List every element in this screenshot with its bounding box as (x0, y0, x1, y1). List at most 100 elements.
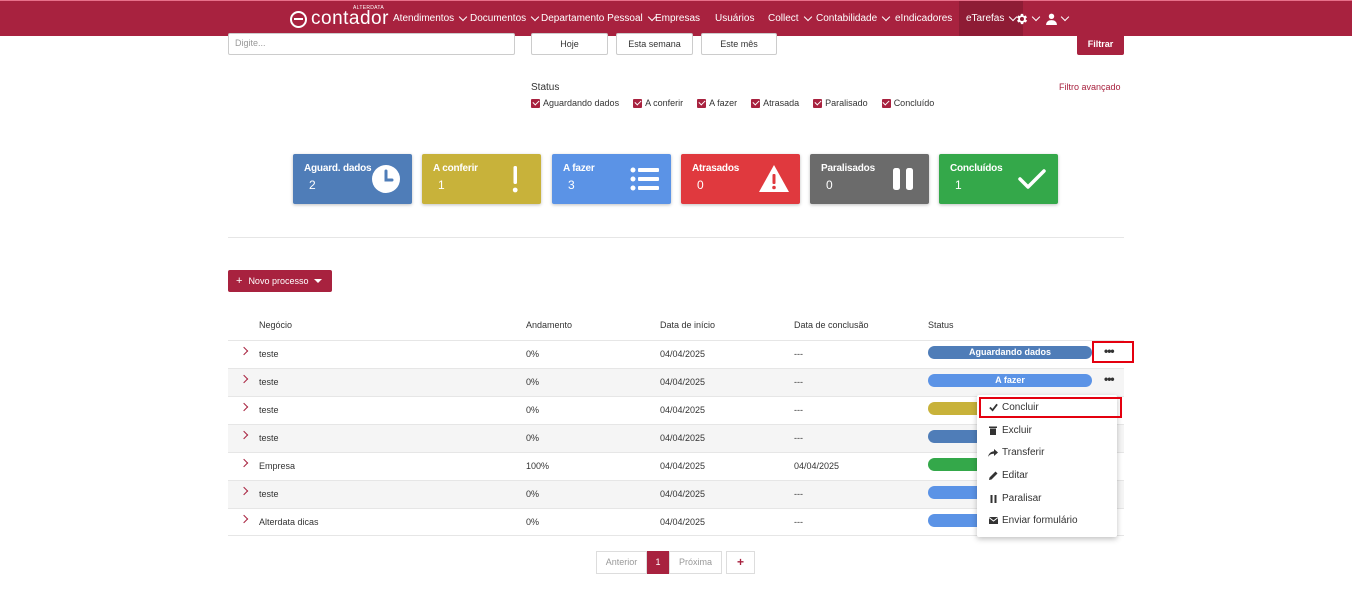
nav-contabilidade[interactable]: Contabilidade (816, 1, 891, 36)
header-status[interactable]: Status (928, 320, 954, 330)
nav-eindicadores[interactable]: eIndicadores (895, 1, 952, 36)
header-andamento[interactable]: Andamento (526, 320, 572, 330)
chevron-down-icon (458, 12, 468, 21)
check-concluido[interactable]: Concluído (881, 98, 935, 108)
menu-item-excluir[interactable]: Excluir (988, 425, 1032, 436)
this-week-button[interactable]: Esta semana (616, 33, 693, 55)
chevron-down-icon (530, 12, 540, 21)
check-label: Aguardando dados (543, 98, 620, 108)
card-title: Atrasados (692, 163, 740, 174)
cell-negocio: Alterdata dicas (259, 517, 319, 527)
cell-negocio: teste (259, 377, 279, 387)
cell-inicio: 04/04/2025 (660, 377, 706, 387)
card-count: 2 (309, 178, 316, 192)
cell-conclusao: --- (794, 517, 803, 527)
card-paralisados[interactable]: Paralisados 0 (810, 154, 929, 204)
check-icon (1018, 169, 1046, 189)
pagination-more[interactable]: + (726, 551, 755, 574)
cell-conclusao: --- (794, 377, 803, 387)
user-icon (1046, 13, 1057, 25)
cell-conclusao: --- (794, 349, 803, 359)
check-paralisado[interactable]: Paralisado (813, 98, 868, 108)
menu-item-transferir[interactable]: Transferir (988, 447, 1044, 458)
card-a-conferir[interactable]: A conferir 1 (422, 154, 541, 204)
pagination-prev[interactable]: Anterior (596, 551, 647, 574)
advanced-filter-link[interactable]: Filtro avançado (1059, 82, 1121, 92)
cell-inicio: 04/04/2025 (660, 489, 706, 499)
card-aguard-dados[interactable]: Aguard. dados 2 (293, 154, 412, 204)
chevron-right-icon[interactable] (239, 402, 249, 412)
card-count: 0 (826, 178, 833, 192)
check-label: A conferir (645, 98, 684, 108)
new-process-label: Novo processo (248, 276, 309, 286)
status-badge: Aguardando dados (928, 346, 1092, 359)
user-menu[interactable] (1045, 1, 1070, 36)
chevron-right-icon[interactable] (239, 514, 249, 524)
status-badge: A fazer (928, 374, 1092, 387)
cell-negocio: teste (259, 405, 279, 415)
check-atrasada[interactable]: Atrasada (751, 98, 799, 108)
cell-andamento: 0% (526, 517, 540, 527)
nav-atendimentos[interactable]: Atendimentos (393, 1, 468, 36)
cell-negocio: teste (259, 489, 279, 499)
check-label: Paralisado (825, 98, 868, 108)
today-button[interactable]: Hoje (531, 33, 608, 55)
chevron-right-icon[interactable] (239, 374, 249, 384)
check-a-conferir[interactable]: A conferir (633, 98, 683, 108)
card-a-fazer[interactable]: A fazer 3 (552, 154, 671, 204)
card-count: 1 (955, 178, 962, 192)
pagination-next[interactable]: Próxima (669, 551, 722, 574)
row-actions-button[interactable]: ••• (1104, 372, 1115, 386)
pencil-icon (988, 471, 998, 481)
check-label: Concluído (893, 98, 935, 108)
header-data-conclusao[interactable]: Data de conclusão (794, 320, 869, 330)
chevron-right-icon[interactable] (239, 346, 249, 356)
card-atrasados[interactable]: Atrasados 0 (681, 154, 800, 204)
pagination-page-1[interactable]: 1 (647, 551, 669, 574)
nav-label: Empresas (655, 13, 701, 24)
cell-inicio: 04/04/2025 (660, 433, 706, 443)
nav-label: Usuários (715, 13, 755, 24)
chevron-down-icon (1031, 12, 1041, 21)
nav-empresas[interactable]: Empresas (655, 1, 700, 36)
list-icon (630, 167, 659, 191)
caret-down-icon (314, 279, 323, 283)
header-negocio[interactable]: Negócio (259, 320, 292, 330)
chevron-right-icon[interactable] (239, 486, 249, 496)
menu-item-enviar-formulario[interactable]: Enviar formulário (988, 515, 1078, 526)
menu-item-label: Excluir (1002, 425, 1033, 436)
nav-label: eIndicadores (895, 13, 953, 24)
card-concluidos[interactable]: Concluídos 1 (939, 154, 1058, 204)
status-filter-label: Status (531, 82, 560, 93)
check-aguardando-dados[interactable]: Aguardando dados (531, 98, 619, 108)
menu-item-editar[interactable]: Editar (988, 470, 1028, 481)
settings-menu[interactable] (1015, 1, 1041, 36)
card-title: Aguard. dados (304, 163, 372, 174)
cell-inicio: 04/04/2025 (660, 405, 706, 415)
menu-item-label: Transferir (1002, 447, 1045, 458)
search-input[interactable]: Digite... (228, 33, 515, 55)
nav-collect[interactable]: Collect (768, 1, 812, 36)
chevron-right-icon[interactable] (239, 458, 249, 468)
nav-departamento-pessoal[interactable]: Departamento Pessoal (541, 1, 656, 36)
logo-subtext: ALTERDATA (353, 5, 385, 11)
trash-icon (988, 426, 998, 436)
cell-conclusao: --- (794, 489, 803, 499)
nav-etarefas[interactable]: eTarefas (959, 1, 1024, 36)
cell-andamento: 100% (526, 461, 550, 471)
nav-usuarios[interactable]: Usuários (715, 1, 754, 36)
nav-documentos[interactable]: Documentos (470, 1, 540, 36)
card-count: 3 (568, 178, 575, 192)
chevron-right-icon[interactable] (239, 430, 249, 440)
filter-button[interactable]: Filtrar (1077, 33, 1124, 55)
this-month-button[interactable]: Este mês (701, 33, 777, 55)
logo[interactable]: contador ALTERDATA (290, 5, 389, 31)
new-process-button[interactable]: + Novo processo (228, 270, 332, 292)
clock-icon (372, 165, 400, 193)
plus-icon: + (236, 275, 243, 287)
check-a-fazer[interactable]: A fazer (697, 98, 737, 108)
search-placeholder: Digite... (235, 38, 266, 48)
card-title: Concluídos (950, 163, 1003, 174)
header-data-inicio[interactable]: Data de início (660, 320, 715, 330)
menu-item-paralisar[interactable]: Paralisar (988, 493, 1041, 504)
